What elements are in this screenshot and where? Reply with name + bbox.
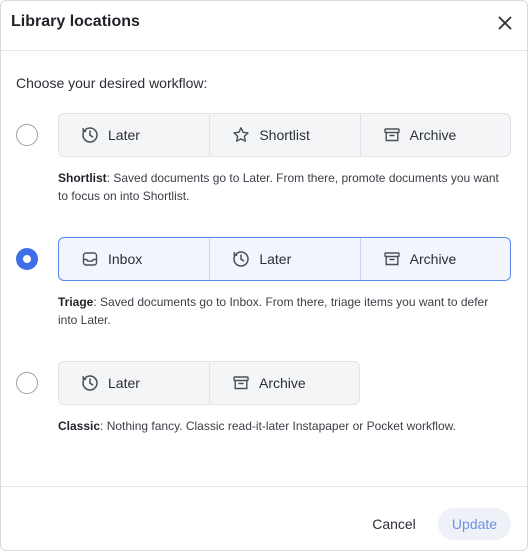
shortlist-description: Shortlist: Saved documents go to Later. … (58, 169, 508, 205)
cancel-button[interactable]: Cancel (361, 509, 427, 539)
location-shortlist[interactable]: Shortlist (209, 114, 359, 156)
archive-icon (383, 128, 400, 142)
description-text: : Saved documents go to Inbox. From ther… (58, 295, 489, 327)
inbox-icon (82, 252, 98, 266)
footer-divider (1, 486, 527, 487)
location-label: Later (108, 375, 140, 391)
classic-description: Classic: Nothing fancy. Classic read-it-… (58, 417, 508, 435)
workflow-prompt: Choose your desired workflow: (16, 75, 208, 91)
description-term: Triage (58, 295, 94, 309)
close-button[interactable] (493, 11, 517, 35)
description-text: : Nothing fancy. Classic read-it-later I… (100, 419, 456, 433)
location-label: Shortlist (259, 127, 310, 143)
workflow-triage-locations[interactable]: Inbox Later Archive (58, 237, 511, 281)
star-icon (233, 127, 250, 142)
description-text: : Saved documents go to Later. From ther… (58, 171, 499, 203)
workflow-classic-locations[interactable]: Later Archive (58, 361, 360, 405)
dialog-title: Library locations (11, 13, 140, 30)
location-later[interactable]: Later (209, 238, 359, 280)
description-term: Shortlist (58, 171, 107, 185)
location-label: Inbox (108, 251, 143, 267)
location-later[interactable]: Later (59, 114, 209, 156)
workflow-shortlist-locations[interactable]: Later Shortlist Archive (58, 113, 511, 157)
location-inbox[interactable]: Inbox (59, 238, 209, 280)
clock-icon (233, 251, 250, 267)
location-label: Archive (409, 251, 457, 267)
description-term: Classic (58, 419, 101, 433)
radio-triage[interactable] (16, 248, 38, 270)
triage-description: Triage: Saved documents go to Inbox. Fro… (58, 293, 508, 329)
location-later[interactable]: Later (59, 362, 209, 404)
library-locations-dialog: Library locations Choose your desired wo… (0, 0, 528, 551)
clock-icon (82, 375, 98, 391)
location-archive[interactable]: Archive (359, 238, 510, 280)
clock-icon (82, 127, 98, 143)
location-label: Later (108, 127, 140, 143)
location-label: Archive (259, 375, 306, 391)
archive-icon (233, 376, 249, 390)
location-archive[interactable]: Archive (359, 114, 510, 156)
radio-classic[interactable] (16, 372, 38, 394)
location-label: Archive (409, 127, 457, 143)
dialog-header: Library locations (1, 1, 527, 51)
radio-shortlist[interactable] (16, 124, 38, 146)
update-button[interactable]: Update (438, 508, 511, 540)
location-label: Later (259, 251, 292, 267)
location-archive[interactable]: Archive (209, 362, 359, 404)
close-icon (498, 16, 512, 30)
archive-icon (383, 252, 400, 266)
